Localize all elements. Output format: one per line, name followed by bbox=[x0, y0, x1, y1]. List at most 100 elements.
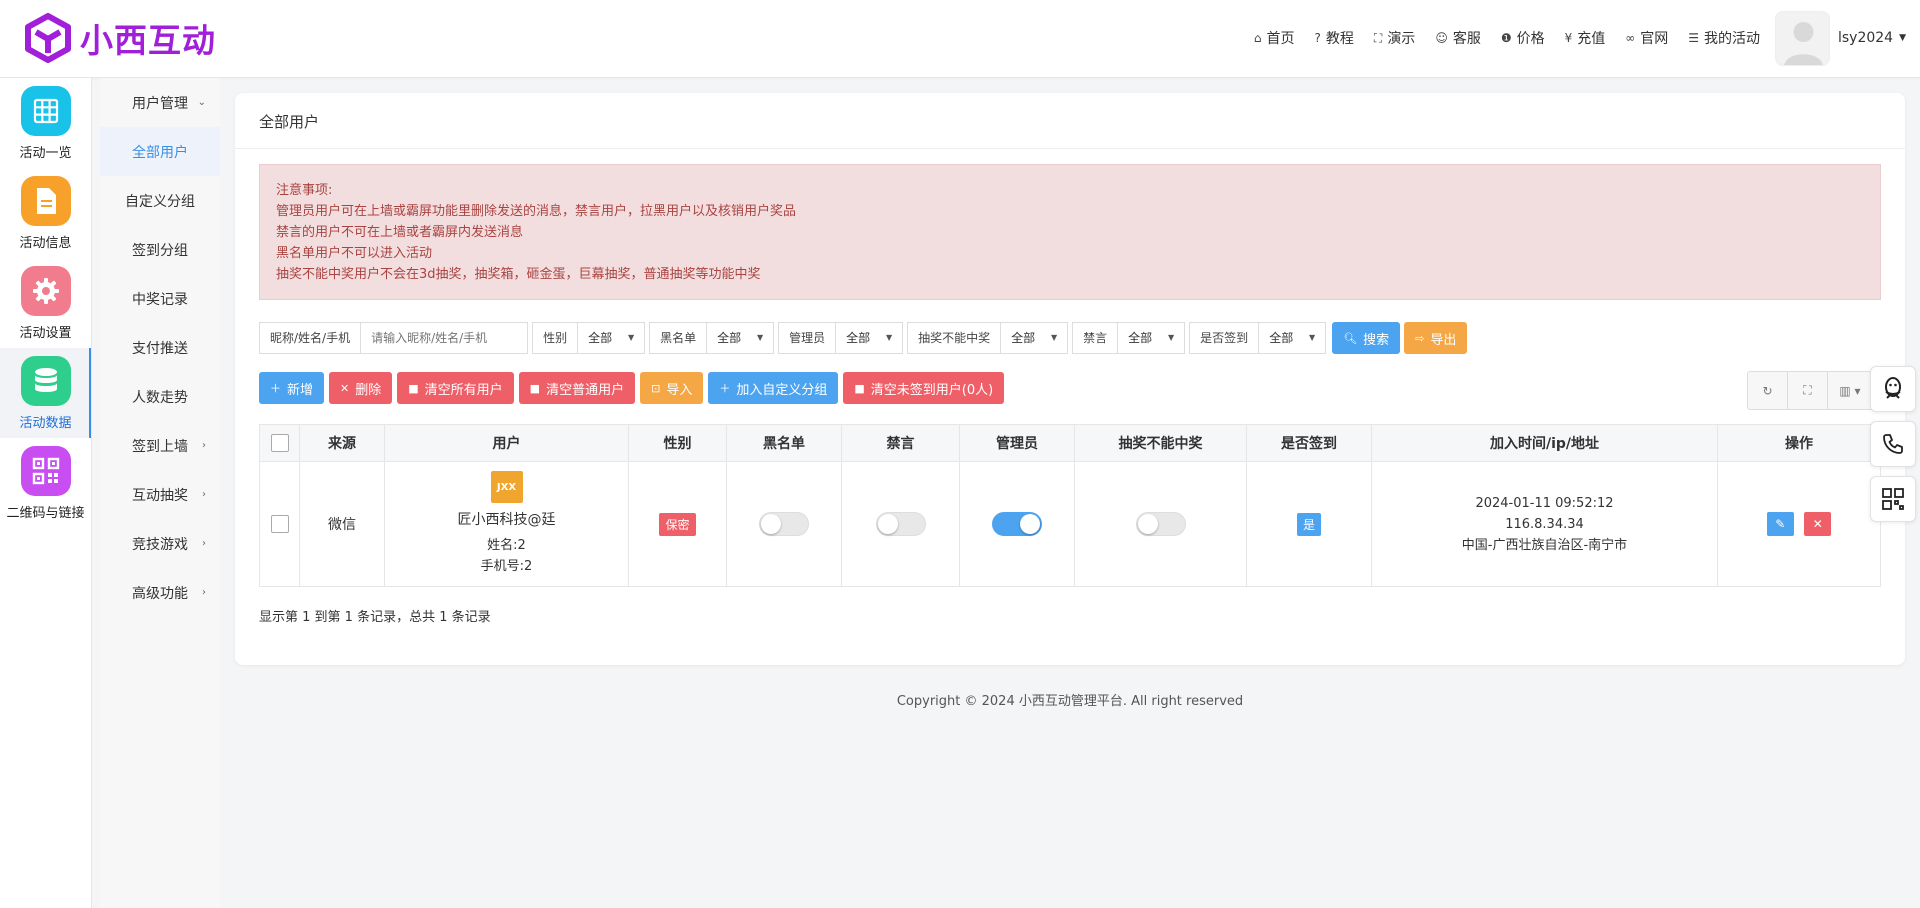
qrcode-contact-button[interactable] bbox=[1870, 476, 1916, 522]
submenu-all-users[interactable]: 全部用户 bbox=[100, 127, 220, 176]
refresh-icon[interactable]: ↻ bbox=[1748, 372, 1788, 409]
blacklist-cell bbox=[726, 461, 842, 587]
database-icon bbox=[20, 356, 71, 406]
import-button[interactable]: ⊡ 导入 bbox=[640, 372, 704, 404]
submenu-label: 签到上墙 bbox=[132, 438, 188, 455]
notice-line: 管理员用户可在上墙或霸屏功能里删除发送的消息，禁言用户，拉黑用户以及核销用户奖品 bbox=[276, 204, 797, 219]
gender-select[interactable]: 全部 ▼ bbox=[577, 322, 646, 354]
top-header: 小西互动 ⌂ 首页 ? 教程 ⛶ 演示 ☺ 客服 ❶ 价格 ¥ 充值 ∞ 官网 ☰ 我的活动 l… bbox=[0, 0, 1920, 78]
nav-demo[interactable]: ⛶ 演示 bbox=[1374, 28, 1415, 48]
admin-toggle[interactable] bbox=[992, 512, 1042, 536]
submenu-signin-wall[interactable]: 签到上墙 › bbox=[100, 421, 220, 470]
mute-toggle[interactable] bbox=[875, 512, 926, 536]
admin-select[interactable]: 全部 ▼ bbox=[835, 322, 904, 354]
brand-logo[interactable]: 小西互动 bbox=[24, 12, 216, 64]
filter-label: 性别 bbox=[532, 322, 578, 354]
row-checkbox[interactable] bbox=[270, 515, 289, 533]
table-tools: ↻ ⛶ ▥ ▾ bbox=[1747, 371, 1873, 410]
rail-item-qrcode[interactable]: 二维码与链接 bbox=[0, 438, 91, 528]
col-header[interactable]: 管理员 bbox=[959, 424, 1075, 462]
avatar[interactable] bbox=[1775, 11, 1830, 66]
dropdown-icon: ▼ bbox=[756, 333, 764, 342]
noprize-toggle[interactable] bbox=[1135, 512, 1186, 536]
noprize-select[interactable]: 全部 ▼ bbox=[1000, 322, 1069, 354]
add-button[interactable]: ＋ 新增 bbox=[259, 372, 325, 404]
submenu-advanced[interactable]: 高级功能 › bbox=[100, 568, 220, 617]
col-header[interactable]: 禁言 bbox=[841, 424, 960, 462]
plus-icon: ＋ bbox=[719, 382, 731, 395]
nav-my-activities[interactable]: ☰ 我的活动 bbox=[1688, 28, 1760, 48]
keyword-filter: 昵称/姓名/手机 bbox=[259, 322, 529, 354]
actions-cell: ✎ ✕ bbox=[1717, 461, 1881, 587]
rail-item-settings[interactable]: 活动设置 bbox=[0, 258, 91, 348]
submenu-user-trend[interactable]: 人数走势 bbox=[100, 372, 220, 421]
rail-item-activities[interactable]: 活动一览 bbox=[0, 78, 91, 168]
add-to-group-button[interactable]: ＋ 加入自定义分组 bbox=[708, 372, 839, 404]
fullscreen-icon[interactable]: ⛶ bbox=[1788, 372, 1828, 409]
nav-service[interactable]: ☺ 客服 bbox=[1435, 28, 1481, 48]
nav-website[interactable]: ∞ 官网 bbox=[1625, 28, 1668, 48]
blacklist-toggle[interactable] bbox=[759, 512, 809, 536]
clear-unsigned-button[interactable]: ■ 清空未签到用户(0人) bbox=[843, 372, 1005, 404]
button-label: 加入自定义分组 bbox=[736, 382, 828, 398]
mute-select[interactable]: 全部 ▼ bbox=[1117, 322, 1186, 354]
phone-contact-button[interactable] bbox=[1870, 421, 1916, 467]
mute-cell bbox=[841, 461, 960, 587]
submenu-user-management[interactable]: 用户管理 ⌄ bbox=[100, 78, 220, 127]
chevron-right-icon: › bbox=[202, 538, 206, 549]
trash-icon: ■ bbox=[408, 381, 419, 395]
submenu-signin-groups[interactable]: 签到分组 bbox=[100, 225, 220, 274]
col-header[interactable]: 用户 bbox=[384, 424, 629, 462]
blacklist-select[interactable]: 全部 ▼ bbox=[706, 322, 775, 354]
select-value: 全部 bbox=[1269, 331, 1294, 345]
document-icon bbox=[20, 176, 71, 226]
button-label: 清空未签到用户(0人) bbox=[870, 382, 994, 398]
signin-filter: 是否签到 全部 ▼ bbox=[1189, 322, 1327, 354]
nav-price[interactable]: ❶ 价格 bbox=[1501, 28, 1545, 48]
submenu-games[interactable]: 竞技游戏 › bbox=[100, 519, 220, 568]
rail-label: 活动数据 bbox=[19, 416, 72, 431]
nav-home[interactable]: ⌂ 首页 bbox=[1254, 28, 1295, 48]
notice-line: 抽奖不能中奖用户不会在3d抽奖，抽奖箱，砸金蛋，巨幕抽奖，普通抽奖等功能中奖 bbox=[276, 267, 761, 282]
rail-item-data[interactable]: 活动数据 bbox=[0, 348, 91, 438]
chevron-down-icon: ⌄ bbox=[197, 97, 206, 108]
nav-label: 客服 bbox=[1452, 31, 1481, 47]
submenu-lottery[interactable]: 互动抽奖 › bbox=[100, 470, 220, 519]
search-icon: 🔍︎ bbox=[1343, 331, 1358, 345]
nav-label: 官网 bbox=[1640, 31, 1669, 47]
chevron-right-icon: › bbox=[202, 489, 206, 500]
clear-all-users-button[interactable]: ■ 清空所有用户 bbox=[397, 372, 514, 404]
search-button[interactable]: 🔍︎ 搜索 bbox=[1332, 322, 1401, 354]
chevron-right-icon: › bbox=[202, 440, 206, 451]
nav-label: 演示 bbox=[1387, 31, 1416, 47]
nav-tutorial[interactable]: ? 教程 bbox=[1315, 28, 1354, 48]
col-header[interactable]: 抽奖不能中奖 bbox=[1074, 424, 1247, 462]
clear-normal-users-button[interactable]: ■ 清空普通用户 bbox=[518, 372, 636, 404]
keyword-input[interactable] bbox=[360, 322, 529, 354]
col-header[interactable]: 性别 bbox=[628, 424, 727, 462]
delete-button[interactable]: ✕ 删除 bbox=[329, 372, 393, 404]
close-icon: ✕ bbox=[1812, 517, 1823, 531]
col-header[interactable]: 是否签到 bbox=[1246, 424, 1372, 462]
rail-item-info[interactable]: 活动信息 bbox=[0, 168, 91, 258]
gender-cell: 保密 bbox=[628, 461, 727, 587]
signin-select[interactable]: 全部 ▼ bbox=[1258, 322, 1327, 354]
columns-icon[interactable]: ▥ ▾ bbox=[1828, 372, 1872, 409]
user-menu[interactable]: lsy2024 ▼ bbox=[1838, 30, 1906, 46]
remove-button[interactable]: ✕ bbox=[1804, 512, 1832, 536]
join-info-cell: 2024-01-11 09:52:12 116.8.34.34 中国-广西壮族自… bbox=[1371, 461, 1718, 587]
home-icon: ⌂ bbox=[1253, 31, 1262, 45]
col-header[interactable]: 黑名单 bbox=[726, 424, 842, 462]
submenu-prize-records[interactable]: 中奖记录 bbox=[100, 274, 220, 323]
filter-label: 抽奖不能中奖 bbox=[907, 322, 1001, 354]
submenu-payment-push[interactable]: 支付推送 bbox=[100, 323, 220, 372]
col-header[interactable]: 来源 bbox=[299, 424, 385, 462]
edit-button[interactable]: ✎ bbox=[1766, 512, 1794, 536]
qq-contact-button[interactable] bbox=[1870, 366, 1916, 412]
rail-label: 活动一览 bbox=[19, 146, 72, 161]
select-all-checkbox[interactable] bbox=[270, 434, 289, 452]
export-button[interactable]: ⇨ 导出 bbox=[1404, 322, 1468, 354]
submenu-custom-groups[interactable]: 自定义分组 bbox=[100, 176, 220, 225]
col-header[interactable]: 加入时间/ip/地址 bbox=[1371, 424, 1718, 462]
nav-recharge[interactable]: ¥ 充值 bbox=[1565, 28, 1606, 48]
